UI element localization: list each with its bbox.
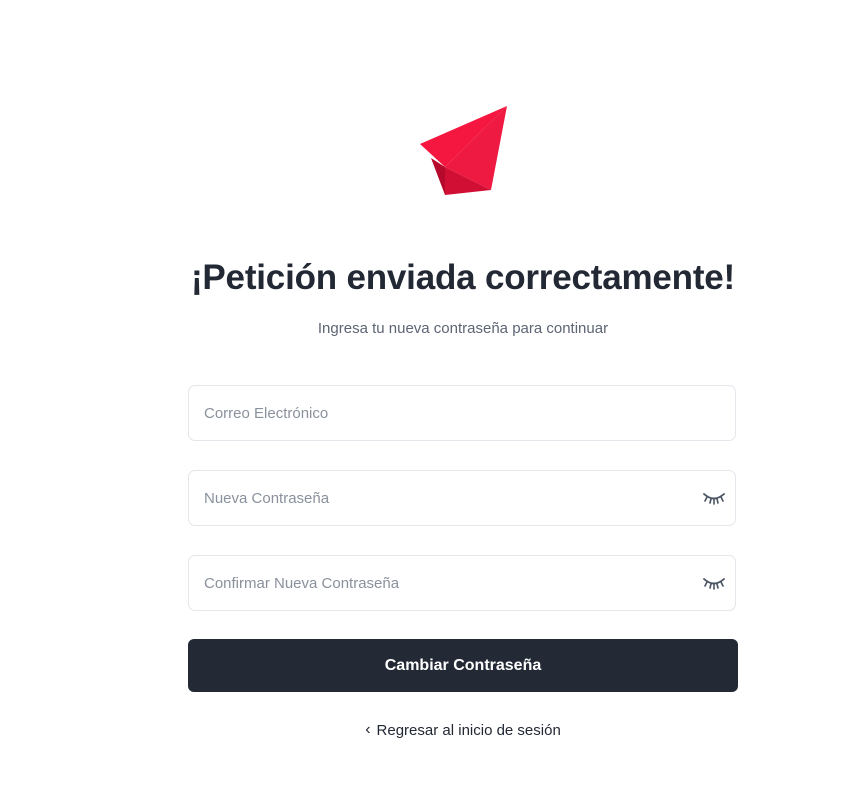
new-password-input[interactable] — [204, 471, 684, 525]
page-title: ¡Petición enviada correctamente! — [190, 258, 736, 297]
back-to-login-link[interactable]: ‹ Regresar al inicio de sesión — [0, 721, 853, 740]
confirm-password-field — [188, 555, 736, 611]
new-password-field — [188, 470, 736, 526]
confirm-password-input[interactable] — [204, 556, 684, 610]
eye-closed-icon[interactable] — [703, 490, 725, 506]
email-field — [188, 385, 736, 441]
paper-plane-icon — [420, 106, 507, 195]
page-subtitle: Ingresa tu nueva contraseña para continu… — [317, 320, 609, 337]
change-password-button[interactable]: Cambiar Contraseña — [188, 639, 738, 692]
eye-closed-icon[interactable] — [703, 575, 725, 591]
chevron-left-icon: ‹ — [365, 721, 371, 738]
back-to-login-label: Regresar al inicio de sesión — [376, 722, 561, 739]
email-input[interactable] — [204, 386, 684, 440]
